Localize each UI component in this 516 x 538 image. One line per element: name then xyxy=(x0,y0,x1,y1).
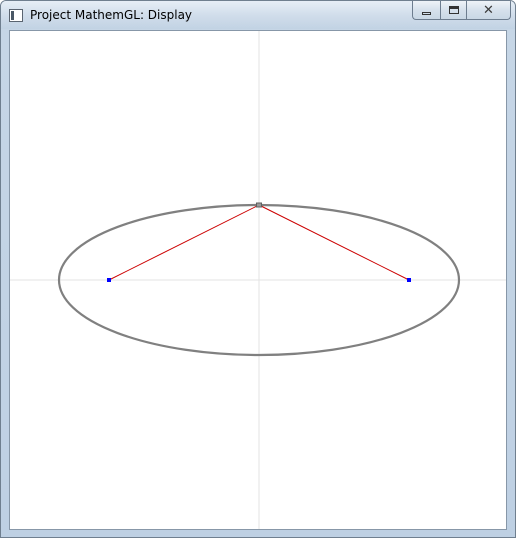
maximize-button[interactable] xyxy=(440,1,466,20)
display-canvas[interactable] xyxy=(9,30,507,530)
ellipse-point xyxy=(256,202,262,208)
application-window: Project MathemGL: Display ✕ xyxy=(0,0,516,538)
focus-point-1 xyxy=(107,278,111,282)
close-button[interactable]: ✕ xyxy=(466,1,511,20)
minimize-button[interactable] xyxy=(412,1,440,20)
app-icon[interactable] xyxy=(9,9,23,22)
focal-line-1 xyxy=(108,204,260,281)
focus-point-2 xyxy=(407,278,411,282)
focal-line-2 xyxy=(258,204,410,281)
app-icon-bar xyxy=(11,11,14,20)
window-title: Project MathemGL: Display xyxy=(30,8,193,22)
close-icon: ✕ xyxy=(483,2,494,18)
minimize-icon xyxy=(422,11,431,15)
title-bar[interactable]: Project MathemGL: Display ✕ xyxy=(1,1,515,29)
maximize-icon xyxy=(448,6,459,14)
ellipse-plot xyxy=(10,31,506,529)
caption-buttons: ✕ xyxy=(412,1,511,21)
